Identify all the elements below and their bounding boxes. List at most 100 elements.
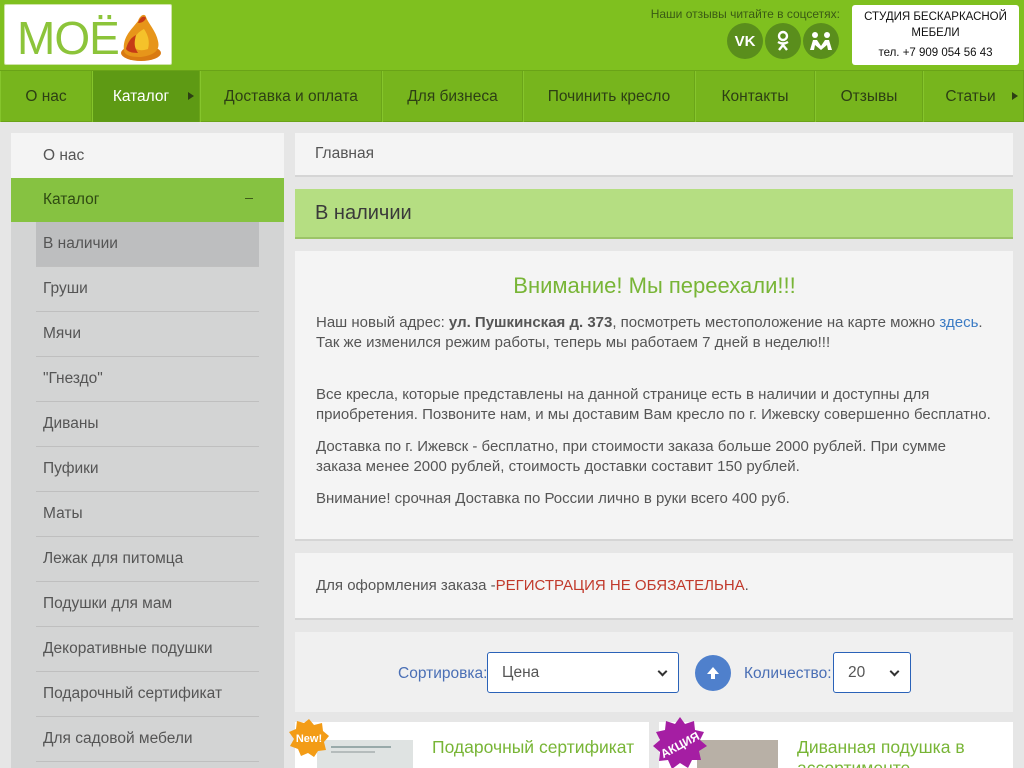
address-prefix: Наш новый адрес: <box>316 314 449 331</box>
sidebar-item-label: "Гнездо" <box>43 370 103 387</box>
sidebar-item-catalog[interactable]: Каталог <box>11 178 284 222</box>
address-end: . <box>978 314 983 331</box>
sort-select[interactable]: Цена <box>487 652 679 693</box>
sidebar-item-mom-pillows[interactable]: Подушки для мам <box>36 582 259 627</box>
sidebar-item-label: Декоративные подушки <box>43 640 213 657</box>
nav-item-repair[interactable]: Починить кресло <box>523 71 695 122</box>
nav-item-catalog[interactable]: Каталог <box>92 71 200 122</box>
new-badge-text: New! <box>296 733 322 745</box>
product-card[interactable]: Диванная подушка в ассортименте <box>659 722 1013 768</box>
quantity-select[interactable]: 20 <box>833 652 911 693</box>
sidebar-item-poufs[interactable]: Пуфики <box>36 447 259 492</box>
product-card[interactable]: Подарочный сертификат <box>295 722 649 768</box>
order-prefix: Для оформления заказа - <box>316 577 496 594</box>
nav-item-label: Контакты <box>721 87 789 105</box>
nav-item-label: О нас <box>25 87 67 105</box>
sort-direction-button[interactable] <box>695 655 731 691</box>
sidebar-item-label: Пуфики <box>43 460 99 477</box>
arrow-up-icon <box>707 667 719 679</box>
nav-item-about[interactable]: О нас <box>0 71 92 122</box>
sort-select-value: Цена <box>502 663 540 681</box>
odnoklassniki-glyph <box>777 30 789 51</box>
nav-item-label: Починить кресло <box>547 87 671 105</box>
sidebar: О нас Каталог В наличии Груши Мячи "Гнез… <box>11 133 284 768</box>
social-reviews-caption: Наши отзывы читайте в соцсетях: <box>650 7 840 21</box>
site-logo[interactable]: МОЁ <box>4 4 172 65</box>
sorting-toolbar: Сортировка: Цена Количество: 20 <box>295 632 1013 712</box>
sidebar-item-decor-pillows[interactable]: Декоративные подушки <box>36 627 259 672</box>
new-address-paragraph: Наш новый адрес: ул. Пушкинская д. 373, … <box>316 313 993 353</box>
quantity-select-value: 20 <box>848 663 866 681</box>
registration-not-required: РЕГИСТРАЦИЯ НЕ ОБЯЗАТЕЛЬНА <box>495 577 745 594</box>
sidebar-item-label: Подарочный сертификат <box>43 685 223 702</box>
nav-item-reviews[interactable]: Отзывы <box>815 71 923 122</box>
submenu-arrow-icon <box>188 92 194 100</box>
sidebar-item-label: Для садовой мебели <box>43 730 193 747</box>
odnoklassniki-icon[interactable] <box>765 23 801 59</box>
site-header: МОЁ Наши отзывы читайте в соцсетях: VK С… <box>0 0 1024 70</box>
nav-item-label: Доставка и оплата <box>224 87 358 105</box>
vk-glyph: VK <box>734 32 756 50</box>
nav-item-delivery[interactable]: Доставка и оплата <box>200 71 382 122</box>
moi-krug-glyph <box>810 32 832 50</box>
nav-item-business[interactable]: Для бизнеса <box>382 71 523 122</box>
sidebar-item-pet-bed[interactable]: Лежак для питомца <box>36 537 259 582</box>
announcement-block: Внимание! Мы переехали!!! Наш новый адре… <box>295 251 1013 541</box>
product-thumbnail[interactable] <box>697 740 778 768</box>
product-thumbnail[interactable] <box>317 740 413 768</box>
sidebar-item-label: В наличии <box>43 235 118 252</box>
studio-name-line2: МЕБЕЛИ <box>911 27 960 39</box>
studio-info-box: СТУДИЯ БЕСКАРКАСНОЙ МЕБЕЛИ тел. +7 909 0… <box>852 5 1019 65</box>
vk-icon[interactable]: VK <box>727 23 763 59</box>
sidebar-item-label: Подушки для мам <box>43 595 173 612</box>
nav-item-contacts[interactable]: Контакты <box>695 71 815 122</box>
sidebar-item-balls[interactable]: Мячи <box>36 312 259 357</box>
beanbag-logo-icon <box>121 14 161 61</box>
map-link[interactable]: здесь <box>939 314 978 331</box>
schedule-text: Так же изменился режим работы, теперь мы… <box>316 334 831 351</box>
russia-delivery-paragraph: Внимание! срочная Доставка по России лич… <box>316 490 790 507</box>
breadcrumb: Главная <box>295 133 1013 177</box>
studio-name-line1: СТУДИЯ БЕСКАРКАСНОЙ <box>864 11 1007 23</box>
moi-krug-icon[interactable] <box>803 23 839 59</box>
sidebar-item-pears[interactable]: Груши <box>36 267 259 312</box>
sidebar-item-in-stock[interactable]: В наличии <box>36 222 259 267</box>
sale-badge-icon: АКЦИЯ <box>653 717 707 768</box>
sidebar-item-label: Каталог <box>43 191 100 208</box>
sidebar-item-label: Груши <box>43 280 88 297</box>
chevron-down-icon <box>889 666 900 677</box>
sidebar-item-mats[interactable]: Маты <box>36 492 259 537</box>
sidebar-item-label: Диваны <box>43 415 99 432</box>
address-street: ул. Пушкинская д. 373 <box>448 314 613 331</box>
nav-item-label: Отзывы <box>840 87 898 105</box>
submenu-arrow-icon <box>1012 92 1018 100</box>
new-badge-icon: New! <box>289 719 329 757</box>
sidebar-item-garden-furniture[interactable]: Для садовой мебели <box>36 717 259 762</box>
product-title[interactable]: Подарочный сертификат <box>432 737 642 758</box>
address-middle: , посмотреть местоположение на карте мож… <box>612 314 940 331</box>
sort-label: Сортировка: <box>398 665 488 682</box>
nav-item-articles[interactable]: Статьи <box>923 71 1024 122</box>
breadcrumb-home-link[interactable]: Главная <box>315 145 374 163</box>
page-title: В наличии <box>315 201 412 224</box>
attention-heading: Внимание! Мы переехали!!! <box>513 273 796 298</box>
logo-text: МОЁ <box>17 12 120 64</box>
sidebar-item-label: Маты <box>43 505 83 522</box>
sidebar-item-sofas[interactable]: Диваны <box>36 402 259 447</box>
in-stock-paragraph: Все кресла, которые представлены на данн… <box>316 386 991 423</box>
nav-item-label: Статьи <box>945 87 996 105</box>
sidebar-item-gift-certificate[interactable]: Подарочный сертификат <box>36 672 259 717</box>
studio-phone[interactable]: тел. +7 909 054 56 43 <box>852 45 1019 61</box>
collapse-minus-icon[interactable] <box>245 198 253 199</box>
sidebar-item-nest[interactable]: "Гнездо" <box>36 357 259 402</box>
sidebar-item-label: Лежак для питомца <box>43 550 184 567</box>
nav-item-label: Для бизнеса <box>407 87 498 105</box>
page-title-bar: В наличии <box>295 189 1013 239</box>
order-suffix: . <box>744 577 749 594</box>
delivery-paragraph: Доставка по г. Ижевск - бесплатно, при с… <box>316 438 946 475</box>
chevron-down-icon <box>657 666 668 677</box>
quantity-label: Количество: <box>744 665 832 682</box>
sidebar-item-label: Мячи <box>43 325 82 342</box>
product-title[interactable]: Диванная подушка в ассортименте <box>797 737 1002 768</box>
sidebar-item-about[interactable]: О нас <box>11 133 284 178</box>
